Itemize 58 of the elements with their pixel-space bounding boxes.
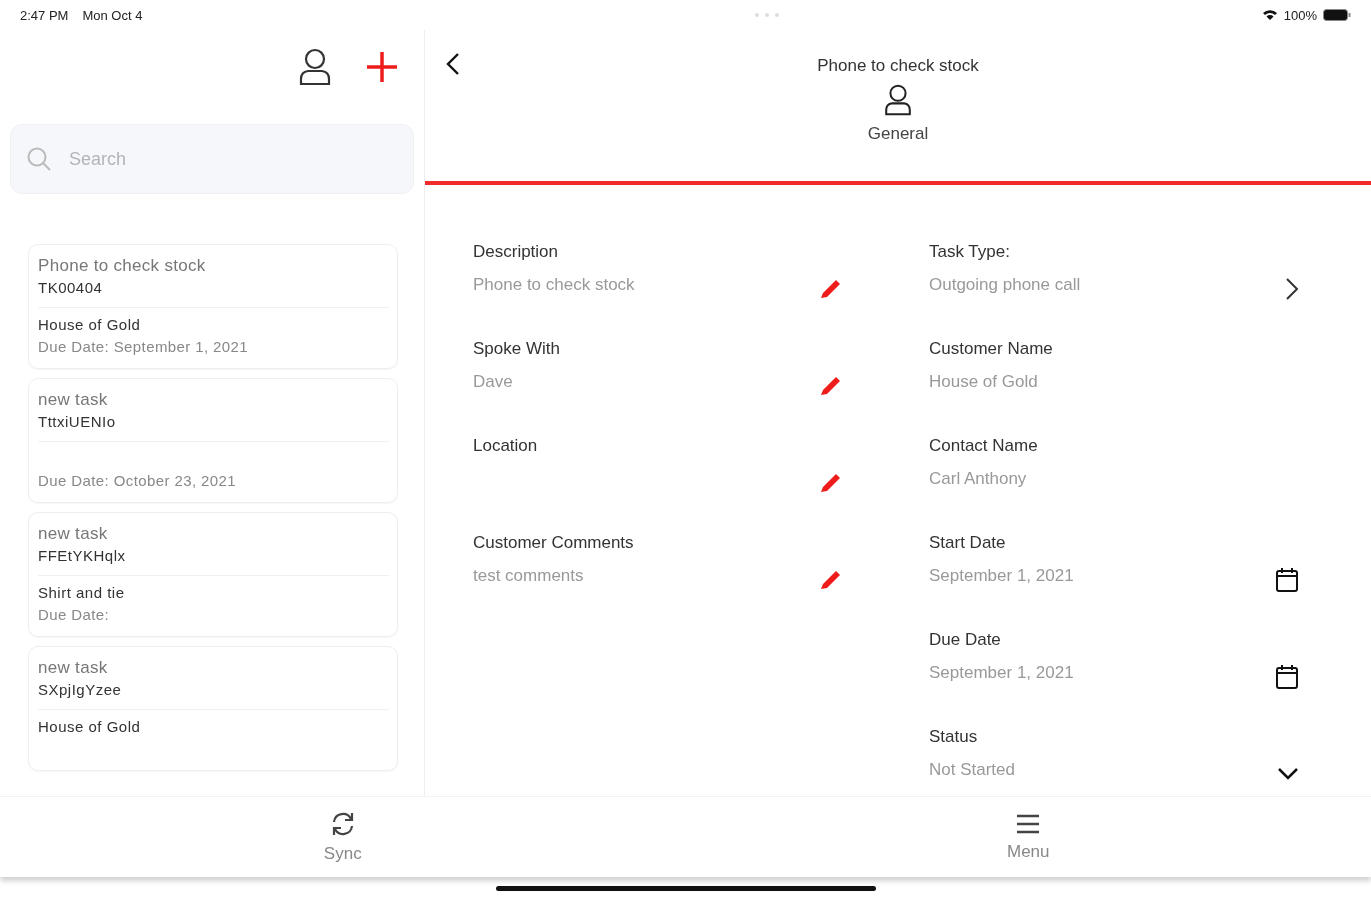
- task-code: SXpjIgYzee: [38, 680, 123, 700]
- task-card[interactable]: new task FFEtYKHqlx Shirt and tie Due Date:: [28, 512, 398, 637]
- field-value: September 1, 2021: [929, 663, 1074, 682]
- task-card[interactable]: new task TttxiUENIo Due Date: October 23, 2021: [28, 378, 398, 503]
- search-field[interactable]: Search: [10, 124, 414, 194]
- back-icon[interactable]: [446, 52, 460, 76]
- user-icon: [883, 84, 913, 116]
- field-label: Location: [473, 435, 538, 457]
- task-customer: House of Gold: [38, 718, 141, 735]
- field-label: Start Date: [929, 532, 1007, 554]
- task-card[interactable]: new task SXpjIgYzee House of Gold: [28, 646, 398, 771]
- task-code: TK00404: [38, 278, 104, 298]
- chevron-down-icon[interactable]: [1277, 766, 1299, 781]
- field-value: September 1, 2021: [929, 566, 1074, 585]
- field-value: test comments: [473, 566, 584, 585]
- field-label: Due Date: [929, 629, 1002, 651]
- status-date: Mon Oct 4: [82, 7, 143, 23]
- task-customer: Shirt and tie: [38, 584, 125, 601]
- field-label: Customer Comments: [473, 532, 634, 554]
- sync-button[interactable]: Sync: [0, 797, 686, 877]
- field-label: Description: [473, 241, 560, 263]
- search-icon: [26, 146, 52, 172]
- task-due-date: Due Date: September 1, 2021: [38, 338, 249, 355]
- field-value: Outgoing phone call: [929, 275, 1081, 294]
- task-due-date: Due Date: October 23, 2021: [38, 472, 237, 489]
- general-tab[interactable]: General: [847, 76, 949, 144]
- calendar-icon[interactable]: [1275, 663, 1299, 690]
- task-title: new task: [38, 657, 109, 679]
- task-customer: House of Gold: [38, 316, 141, 333]
- status-time: 2:47 PM: [20, 7, 69, 23]
- field-label: Customer Name: [929, 338, 1053, 360]
- battery-icon: [1323, 9, 1351, 21]
- task-card[interactable]: Phone to check stock TK00404 House of Gold Due Date: September 1, 2021: [28, 244, 398, 369]
- battery-percent: 100%: [1283, 7, 1317, 23]
- field-value: Dave: [473, 372, 513, 391]
- field-value: Not Started: [929, 760, 1015, 779]
- add-icon[interactable]: [366, 51, 398, 83]
- calendar-icon[interactable]: [1275, 566, 1299, 593]
- multitasking-dots-icon[interactable]: [754, 12, 781, 18]
- task-code: TttxiUENIo: [38, 412, 117, 432]
- task-title: Phone to check stock: [38, 255, 207, 277]
- user-icon[interactable]: [298, 48, 332, 86]
- field-label: Task Type:: [929, 241, 1011, 263]
- page-title: Phone to check stock: [817, 56, 979, 76]
- wifi-icon: [1261, 9, 1278, 21]
- menu-button[interactable]: Menu: [685, 797, 1371, 877]
- field-value: House of Gold: [929, 372, 1038, 391]
- field-value: Carl Anthony: [929, 469, 1027, 488]
- task-due-date: Due Date:: [38, 606, 110, 623]
- field-label: Status: [929, 726, 979, 748]
- field-label: Contact Name: [929, 435, 1038, 457]
- task-code: FFEtYKHqlx: [38, 546, 127, 566]
- task-title: new task: [38, 389, 109, 411]
- menu-icon: [1015, 812, 1042, 836]
- field-label: Spoke With: [473, 338, 560, 360]
- field-value: Phone to check stock: [473, 275, 635, 294]
- task-title: new task: [38, 523, 109, 545]
- chevron-right-icon[interactable]: [1285, 276, 1299, 301]
